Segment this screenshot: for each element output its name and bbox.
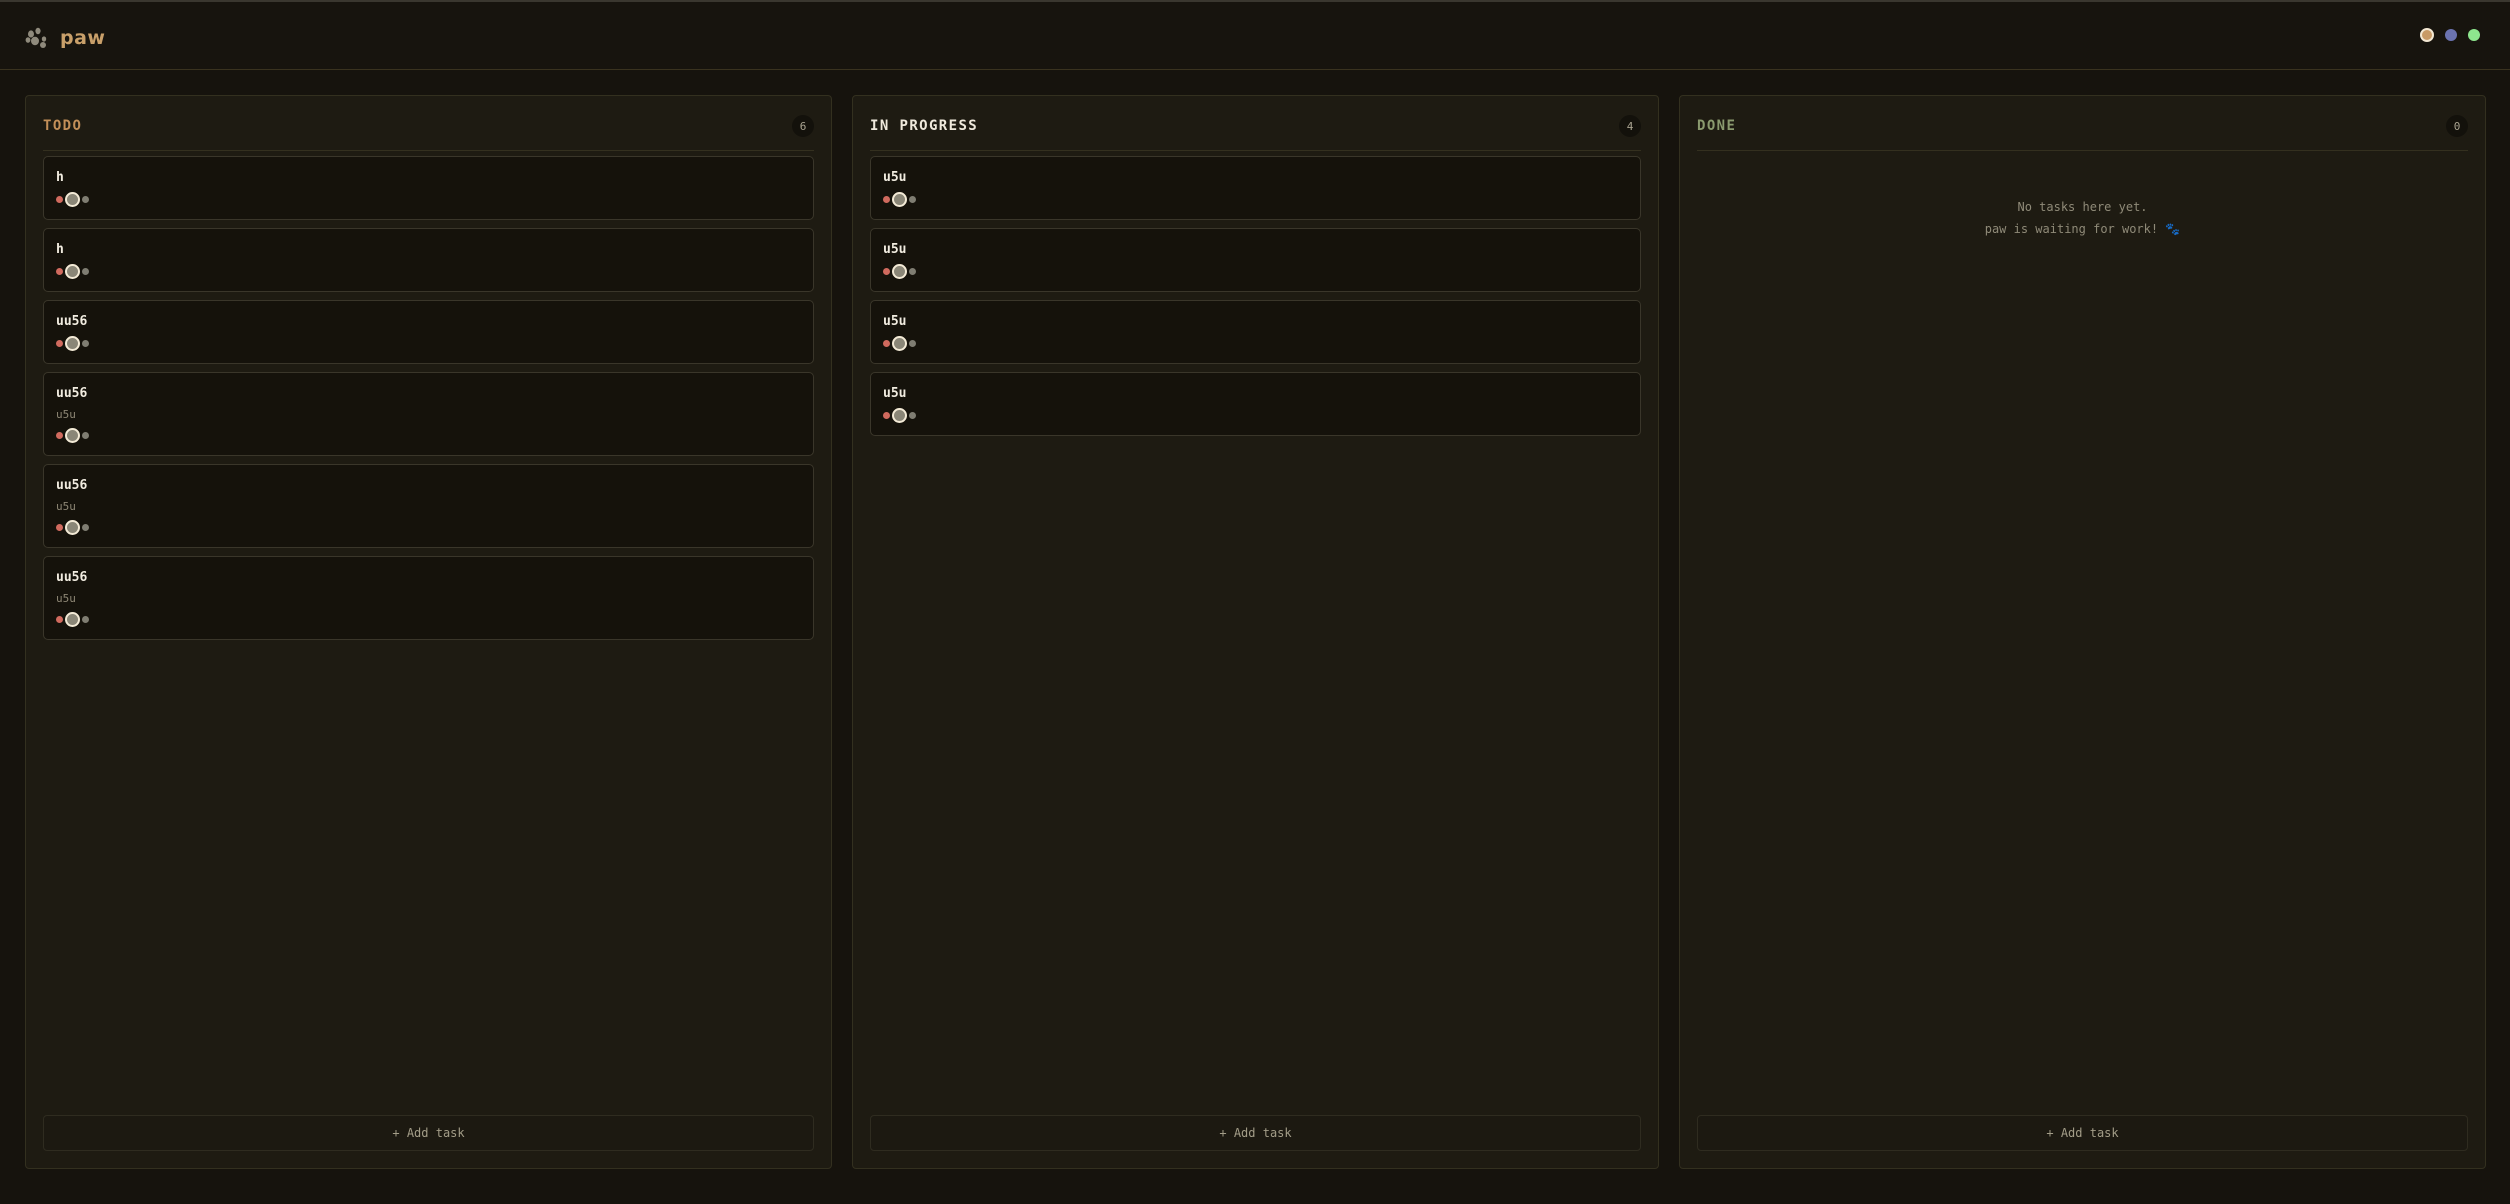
app-logo[interactable]: paw [24, 24, 105, 52]
empty-state-line: paw is waiting for work! 🐾 [1984, 222, 2181, 236]
priority-high-dot[interactable] [883, 267, 890, 275]
add-task-button[interactable]: + Add task [870, 1115, 1641, 1151]
theme-green-dot[interactable] [2468, 29, 2480, 41]
priority-high-dot[interactable] [883, 195, 890, 203]
priority-selector [56, 263, 801, 279]
priority-selector [883, 191, 1628, 207]
priority-low-dot[interactable] [82, 615, 89, 623]
priority-medium-dot[interactable] [65, 427, 80, 443]
column-header: TODO 6 [43, 112, 814, 151]
task-card[interactable]: uu56 u5u [43, 464, 814, 548]
task-card[interactable]: u5u [870, 156, 1641, 220]
priority-high-dot[interactable] [56, 431, 63, 439]
app-title: paw [60, 27, 106, 49]
priority-medium-dot[interactable] [65, 519, 80, 535]
theme-switcher [2420, 28, 2480, 42]
theme-amber-dot[interactable] [2420, 28, 2434, 42]
app-header: paw [0, 2, 2510, 70]
column-header: DONE 0 [1697, 112, 2468, 151]
priority-selector [883, 407, 1628, 423]
priority-selector [56, 519, 801, 535]
theme-blue-dot[interactable] [2445, 29, 2457, 41]
priority-low-dot[interactable] [909, 339, 916, 347]
priority-high-dot[interactable] [56, 267, 63, 275]
priority-low-dot[interactable] [909, 195, 916, 203]
priority-low-dot[interactable] [82, 431, 89, 439]
task-title: uu56 [56, 386, 88, 401]
task-title: u5u [883, 386, 907, 401]
priority-medium-dot[interactable] [892, 263, 907, 279]
add-task-button[interactable]: + Add task [1697, 1115, 2468, 1151]
column-count-badge: 4 [1619, 115, 1641, 137]
priority-medium-dot[interactable] [892, 407, 907, 423]
column-done: DONE 0 No tasks here yet. paw is waiting fo… [1679, 95, 2486, 1169]
task-title: u5u [883, 170, 907, 185]
priority-high-dot[interactable] [883, 339, 890, 347]
priority-selector [56, 191, 801, 207]
task-description: u5u [56, 500, 76, 513]
column-title: DONE [1697, 118, 1737, 134]
task-card[interactable]: h [43, 156, 814, 220]
priority-medium-dot[interactable] [65, 611, 80, 627]
priority-low-dot[interactable] [82, 523, 89, 531]
priority-high-dot[interactable] [56, 523, 63, 531]
priority-high-dot[interactable] [56, 615, 63, 623]
priority-medium-dot[interactable] [65, 263, 80, 279]
empty-state-line: No tasks here yet. [2017, 200, 2148, 214]
priority-medium-dot[interactable] [892, 335, 907, 351]
priority-high-dot[interactable] [883, 411, 890, 419]
column-header: IN PROGRESS 4 [870, 112, 1641, 151]
column-count-badge: 0 [2446, 115, 2468, 137]
priority-high-dot[interactable] [56, 339, 63, 347]
task-card[interactable]: u5u [870, 300, 1641, 364]
task-title: uu56 [56, 570, 88, 585]
priority-low-dot[interactable] [909, 411, 916, 419]
kanban-board: TODO 6 h h uu56 uu56 u5u uu56 u5u uu56 u5u + Add ta… [25, 95, 2486, 1169]
task-card[interactable]: h [43, 228, 814, 292]
task-description: u5u [56, 592, 76, 605]
task-card[interactable]: uu56 [43, 300, 814, 364]
priority-selector [56, 335, 801, 351]
priority-medium-dot[interactable] [65, 335, 80, 351]
column-title: TODO [43, 118, 83, 134]
task-title: u5u [883, 242, 907, 257]
task-title: uu56 [56, 314, 88, 329]
task-card[interactable]: u5u [870, 228, 1641, 292]
column-todo: TODO 6 h h uu56 uu56 u5u uu56 u5u uu56 u5u + Add ta… [25, 95, 832, 1169]
priority-selector [883, 335, 1628, 351]
task-card[interactable]: uu56 u5u [43, 372, 814, 456]
priority-low-dot[interactable] [82, 267, 89, 275]
priority-medium-dot[interactable] [65, 191, 80, 207]
priority-high-dot[interactable] [56, 195, 63, 203]
empty-state: No tasks here yet. paw is waiting for wor… [1680, 196, 2485, 240]
task-description: u5u [56, 408, 76, 421]
column-title: IN PROGRESS [870, 118, 979, 134]
priority-low-dot[interactable] [909, 267, 916, 275]
paw-icon [25, 27, 47, 48]
task-title: uu56 [56, 478, 88, 493]
priority-low-dot[interactable] [82, 195, 89, 203]
priority-low-dot[interactable] [82, 339, 89, 347]
task-title: h [56, 242, 64, 257]
task-card[interactable]: uu56 u5u [43, 556, 814, 640]
column-count-badge: 6 [792, 115, 814, 137]
card-list: h h uu56 uu56 u5u uu56 u5u uu56 u5u [43, 156, 814, 640]
card-list: u5u u5u u5u u5u [870, 156, 1641, 436]
priority-selector [56, 427, 801, 443]
column-in-progress: IN PROGRESS 4 u5u u5u u5u u5u + Add task [852, 95, 1659, 1169]
priority-medium-dot[interactable] [892, 191, 907, 207]
task-title: u5u [883, 314, 907, 329]
task-title: h [56, 170, 64, 185]
add-task-button[interactable]: + Add task [43, 1115, 814, 1151]
task-card[interactable]: u5u [870, 372, 1641, 436]
priority-selector [883, 263, 1628, 279]
priority-selector [56, 611, 801, 627]
